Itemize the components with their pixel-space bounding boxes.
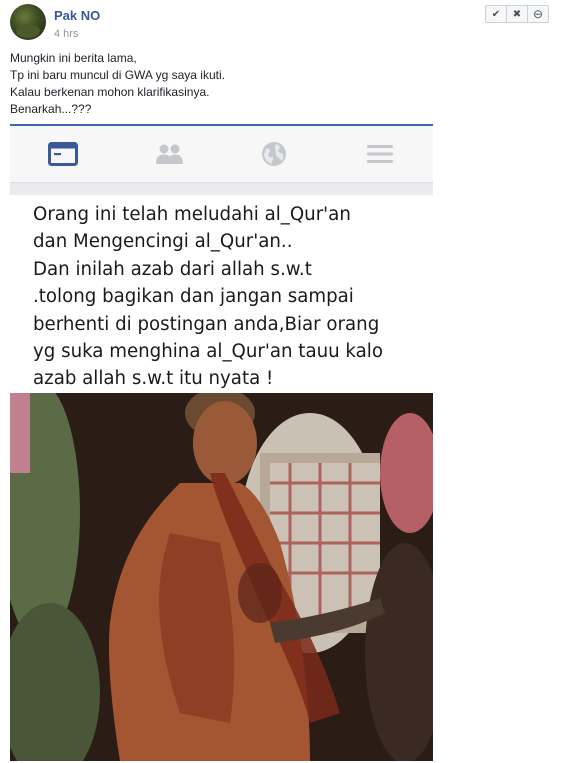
x-icon: ✖ — [512, 8, 522, 20]
quote-line: .tolong bagikan dan jangan sampai — [33, 286, 354, 308]
post-line: Tp ini baru muncul di GWA yg saya ikuti. — [10, 68, 225, 82]
author-avatar[interactable] — [10, 4, 46, 40]
post-message: Mungkin ini berita lama, Tp ini baru mun… — [10, 50, 225, 118]
menu-icon — [367, 145, 394, 163]
post-line: Mungkin ini berita lama, — [10, 51, 137, 65]
minus-circle-icon: ⊖ — [532, 7, 544, 21]
remove-button[interactable]: ✖ — [506, 5, 528, 23]
quote-line: Dan inilah azab dari allah s.w.t — [33, 258, 312, 280]
friends-icon — [155, 144, 183, 164]
feed-gap — [10, 183, 433, 195]
quote-line: yg suka menghina al_Qur'an tauu kalo — [33, 341, 383, 363]
check-icon: ✔ — [491, 8, 501, 20]
author-name[interactable]: Pak NO — [54, 8, 100, 23]
quote-text: Orang ini telah meludahi al_Qur'an dan M… — [33, 201, 423, 393]
post-line: Benarkah...??? — [10, 102, 92, 116]
moderation-buttons: ✔ ✖ ⊖ — [485, 5, 549, 23]
quote-line: Orang ini telah meludahi al_Qur'an — [33, 204, 351, 225]
quote-line: azab allah s.w.t itu nyata ! — [33, 368, 274, 390]
globe-icon — [262, 142, 287, 166]
tab-news-feed — [10, 126, 116, 182]
news-feed-icon — [47, 142, 78, 166]
tab-friends — [116, 126, 222, 182]
block-button[interactable]: ⊖ — [527, 5, 549, 23]
quote-line: dan Mengencingi al_Qur'an.. — [33, 231, 293, 253]
quote-line: berhenti di postingan anda,Biar orang — [33, 313, 380, 335]
approve-button[interactable]: ✔ — [485, 5, 507, 23]
tab-menu — [327, 126, 433, 182]
screenshot-quote-card: Orang ini telah meludahi al_Qur'an dan M… — [10, 195, 433, 393]
post-timestamp[interactable]: 4 hrs — [54, 28, 78, 40]
attached-screenshot[interactable]: Orang ini telah meludahi al_Qur'an dan M… — [10, 124, 433, 761]
crowd-photo — [10, 393, 433, 761]
tab-notifications — [222, 126, 328, 182]
screenshot-tab-bar — [10, 126, 433, 183]
post-line: Kalau berkenan mohon klarifikasinya. — [10, 85, 210, 99]
